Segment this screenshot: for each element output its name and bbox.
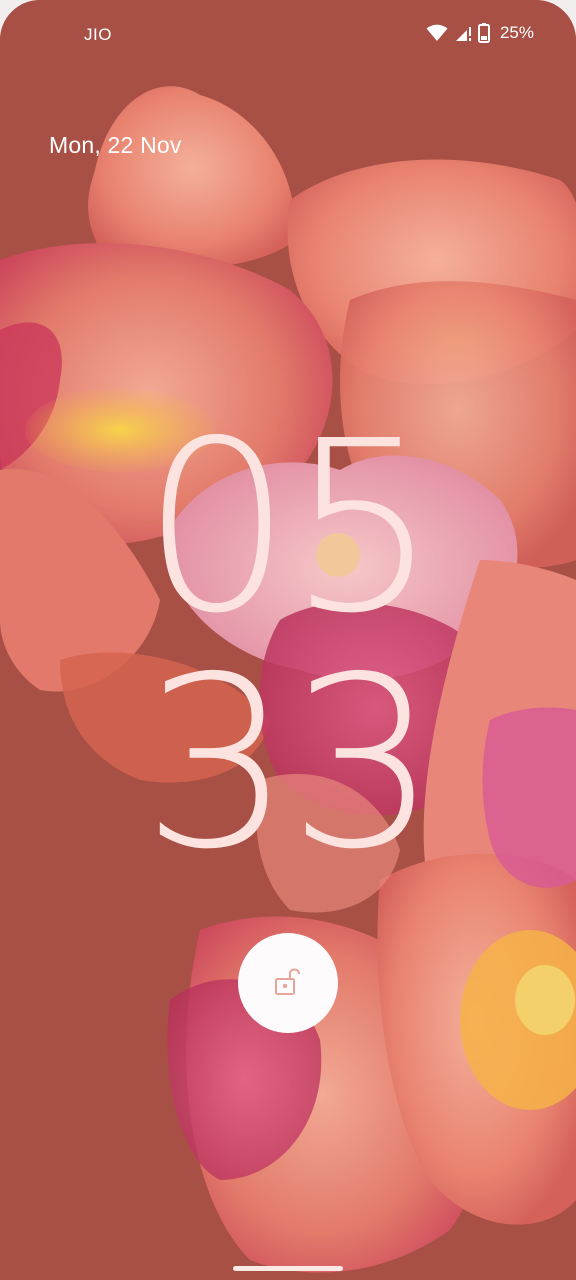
status-icons: 25% [426, 23, 534, 43]
lock-date: Mon, 22 Nov [49, 132, 182, 158]
home-gesture-bar[interactable] [233, 1266, 343, 1271]
cell-signal-icon [455, 27, 471, 41]
wifi-icon [426, 24, 448, 41]
clock-hours: 05 [141, 390, 438, 665]
status-bar: JIO 25% [0, 0, 576, 70]
battery-icon [477, 23, 490, 43]
unlock-icon [275, 968, 300, 995]
lock-clock: 05 33 [0, 410, 576, 882]
clock-minutes: 33 [141, 626, 438, 901]
battery-percent: 25% [499, 23, 534, 42]
unlock-button[interactable] [238, 933, 338, 1033]
carrier-name: JIO [84, 25, 112, 44]
lock-screen: JIO 25% Mon, 22 Nov 05 33 [0, 0, 576, 1280]
